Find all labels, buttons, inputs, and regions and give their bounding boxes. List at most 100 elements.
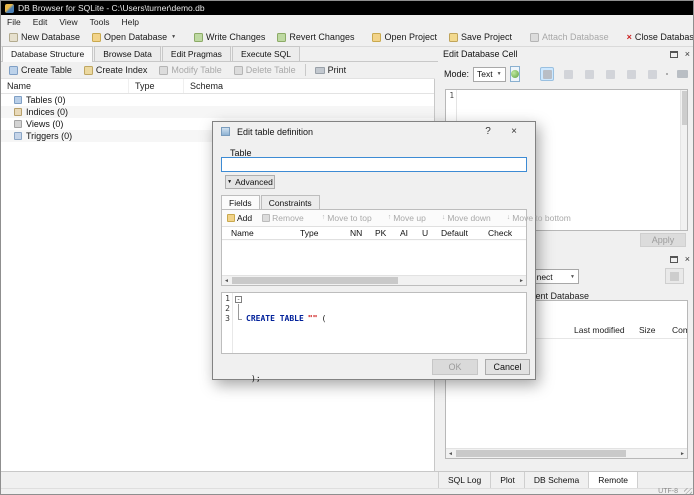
dialog-close-button[interactable]: × — [501, 126, 527, 137]
create-table-button[interactable]: Create Table — [3, 63, 78, 77]
scroll-right-icon[interactable]: ► — [678, 451, 687, 457]
cell-editor-vscrollbar[interactable] — [680, 90, 687, 230]
remote-list-hscrollbar[interactable]: ◄ ► — [446, 448, 687, 458]
sql-keyword: CREATE TABLE — [246, 314, 304, 323]
dialog-titlebar[interactable]: Edit table definition ? × — [213, 122, 535, 141]
export-cell-button[interactable] — [603, 67, 617, 81]
column-check[interactable]: Check — [484, 228, 526, 238]
fields-table-header: Name Type NN PK AI U Default Check — [222, 226, 526, 240]
tab-db-schema[interactable]: DB Schema — [523, 472, 590, 489]
column-last-modified[interactable]: Last modified — [574, 325, 625, 335]
column-u[interactable]: U — [418, 228, 437, 238]
float-panel-icon[interactable] — [669, 50, 678, 58]
delete-table-button[interactable]: Delete Table — [228, 63, 302, 77]
modify-table-button[interactable]: Modify Table — [153, 63, 227, 77]
menu-file[interactable]: File — [1, 17, 27, 27]
column-ai[interactable]: AI — [396, 228, 418, 238]
move-up-button[interactable]: ↑ Move up — [383, 213, 431, 223]
column-size[interactable]: Size — [639, 325, 656, 335]
menu-help[interactable]: Help — [115, 17, 144, 27]
scroll-left-icon[interactable]: ◄ — [222, 278, 231, 284]
tree-column-schema[interactable]: Schema — [184, 79, 434, 93]
attach-database-button[interactable]: Attach Database — [524, 30, 615, 44]
encoding-indicator[interactable]: UTF-8 — [658, 488, 678, 494]
window-titlebar[interactable]: DB Browser for SQLite - C:\Users\turner\… — [1, 1, 693, 15]
scroll-right-icon[interactable]: ► — [517, 278, 526, 284]
triggers-icon — [14, 132, 22, 140]
tab-plot[interactable]: Plot — [490, 472, 525, 489]
column-nn[interactable]: NN — [346, 228, 371, 238]
scrollbar-thumb[interactable] — [456, 450, 626, 457]
write-changes-icon — [194, 32, 204, 42]
tab-browse-data[interactable]: Browse Data — [94, 46, 161, 61]
fullscreen-cell-button[interactable] — [645, 67, 659, 81]
close-panel-icon[interactable]: × — [685, 254, 690, 264]
sql-code[interactable]: CREATE TABLE ""( ); — [244, 293, 526, 383]
advanced-button[interactable]: ▼ Advanced — [225, 175, 275, 189]
close-database-button[interactable]: × Close Database — [621, 30, 693, 44]
scrollbar-thumb[interactable] — [232, 277, 398, 284]
attach-database-icon — [530, 32, 540, 42]
open-database-dropdown-icon[interactable]: ▼ — [171, 34, 176, 40]
write-changes-button[interactable]: Write Changes — [188, 30, 271, 44]
close-panel-icon[interactable]: × — [685, 49, 690, 59]
fold-icon[interactable]: - — [235, 296, 242, 303]
text-mode-icon — [542, 69, 552, 79]
open-project-button[interactable]: Open Project — [366, 30, 443, 44]
print-button[interactable]: Print — [309, 63, 353, 77]
tab-remote[interactable]: Remote — [588, 472, 639, 489]
fields-table-hscrollbar[interactable]: ◄ ► — [222, 275, 526, 285]
set-null-button[interactable] — [624, 67, 638, 81]
move-to-bottom-button[interactable]: ↓ Move to bottom — [502, 213, 576, 223]
status-bar — [1, 488, 693, 494]
dialog-icon — [221, 127, 230, 136]
column-commit[interactable]: Commit — [672, 325, 687, 335]
resize-grip[interactable] — [684, 488, 692, 494]
ok-button[interactable]: OK — [432, 359, 478, 375]
tree-item-indices[interactable]: Indices (0) — [1, 106, 434, 118]
import-cell-button[interactable] — [582, 67, 596, 81]
tree-item-tables[interactable]: Tables (0) — [1, 94, 434, 106]
float-panel-icon[interactable] — [669, 255, 678, 263]
fields-table-body[interactable] — [222, 241, 526, 275]
tab-edit-pragmas[interactable]: Edit Pragmas — [161, 46, 231, 61]
chevron-down-icon: ▼ — [227, 179, 233, 185]
revert-changes-button[interactable]: Revert Changes — [271, 30, 360, 44]
remote-refresh-button[interactable] — [665, 268, 684, 284]
column-name[interactable]: Name — [222, 228, 296, 238]
create-index-button[interactable]: Create Index — [78, 63, 154, 77]
tab-database-structure[interactable]: Database Structure — [2, 46, 94, 62]
apply-button[interactable]: Apply — [640, 233, 686, 247]
column-type[interactable]: Type — [296, 228, 346, 238]
tree-column-type[interactable]: Type — [129, 79, 184, 93]
sql-preview-editor[interactable]: 1 2 3 - CREATE TABLE ""( ); — [221, 292, 527, 383]
move-down-button[interactable]: ↓ Move down — [437, 213, 496, 223]
remove-field-button[interactable]: Remove — [257, 213, 309, 223]
open-database-button[interactable]: Open Database ▼ — [86, 30, 182, 44]
auto-apply-button[interactable] — [509, 66, 520, 82]
sql-editor-gutter: 1 2 3 — [222, 293, 233, 353]
tree-column-name[interactable]: Name — [1, 79, 129, 93]
column-pk[interactable]: PK — [371, 228, 396, 238]
move-to-top-button[interactable]: ↑ Move to top — [317, 213, 377, 223]
tab-sql-log[interactable]: SQL Log — [438, 472, 492, 489]
new-database-button[interactable]: New Database — [3, 30, 86, 44]
tab-execute-sql[interactable]: Execute SQL — [231, 46, 301, 61]
text-mode-button[interactable] — [540, 67, 554, 81]
scrollbar-thumb[interactable] — [682, 91, 687, 125]
mode-select[interactable]: Text ▼ — [473, 66, 506, 82]
menu-edit[interactable]: Edit — [27, 17, 54, 27]
cancel-button[interactable]: Cancel — [485, 359, 530, 375]
edit-cell-panel-title: Edit Database Cell — [443, 49, 518, 59]
scroll-left-icon[interactable]: ◄ — [446, 451, 455, 457]
print-cell-button[interactable] — [675, 67, 689, 81]
save-project-button[interactable]: Save Project — [443, 30, 518, 44]
add-field-button[interactable]: Add — [222, 213, 257, 223]
column-default[interactable]: Default — [437, 228, 484, 238]
binary-mode-button[interactable] — [561, 67, 575, 81]
menu-view[interactable]: View — [53, 17, 83, 27]
dialog-help-button[interactable]: ? — [475, 126, 501, 137]
sql-line-1: CREATE TABLE ""( — [246, 314, 526, 324]
menu-tools[interactable]: Tools — [84, 17, 116, 27]
table-name-input[interactable] — [221, 157, 527, 172]
